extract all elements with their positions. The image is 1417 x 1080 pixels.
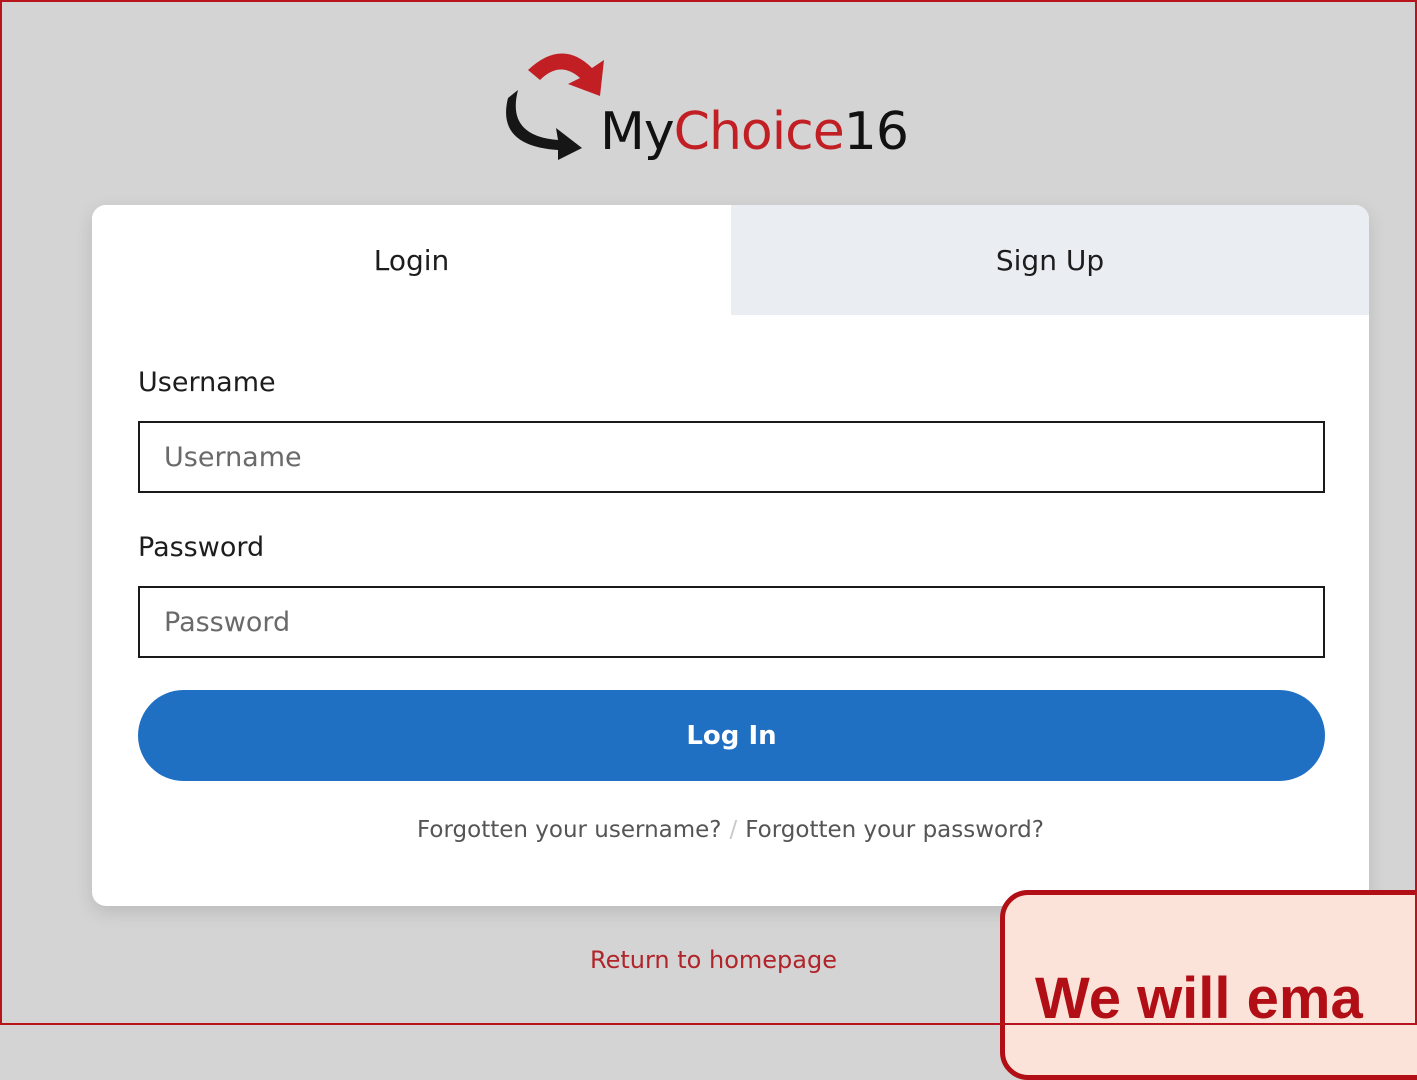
login-card: Login Sign Up Username Password Log In F… — [92, 205, 1369, 906]
username-input[interactable] — [138, 421, 1325, 493]
logo-choice: Choice — [673, 102, 845, 162]
logo-number: 16 — [843, 102, 909, 162]
username-label: Username — [138, 367, 276, 398]
forgot-username-link[interactable]: Forgotten your username? — [417, 817, 722, 843]
link-separator: / — [729, 817, 738, 843]
forgot-links: Forgotten your username? / Forgotten your … — [92, 817, 1369, 843]
logo-my: My — [600, 102, 675, 162]
tab-signup[interactable]: Sign Up — [731, 205, 1369, 315]
callout-text: We will ema — [1035, 966, 1363, 1031]
brand-logo: MyChoice16 — [500, 40, 970, 160]
logo-wordmark: MyChoice16 — [600, 106, 909, 158]
password-input[interactable] — [138, 586, 1325, 658]
tab-login[interactable]: Login — [92, 205, 731, 315]
login-button[interactable]: Log In — [138, 690, 1325, 781]
forgot-password-link[interactable]: Forgotten your password? — [745, 817, 1044, 843]
swirl-arrows-icon — [506, 53, 604, 160]
annotation-callout: We will ema — [1000, 890, 1417, 1080]
password-label: Password — [138, 532, 265, 563]
return-homepage-link[interactable]: Return to homepage — [590, 946, 837, 974]
